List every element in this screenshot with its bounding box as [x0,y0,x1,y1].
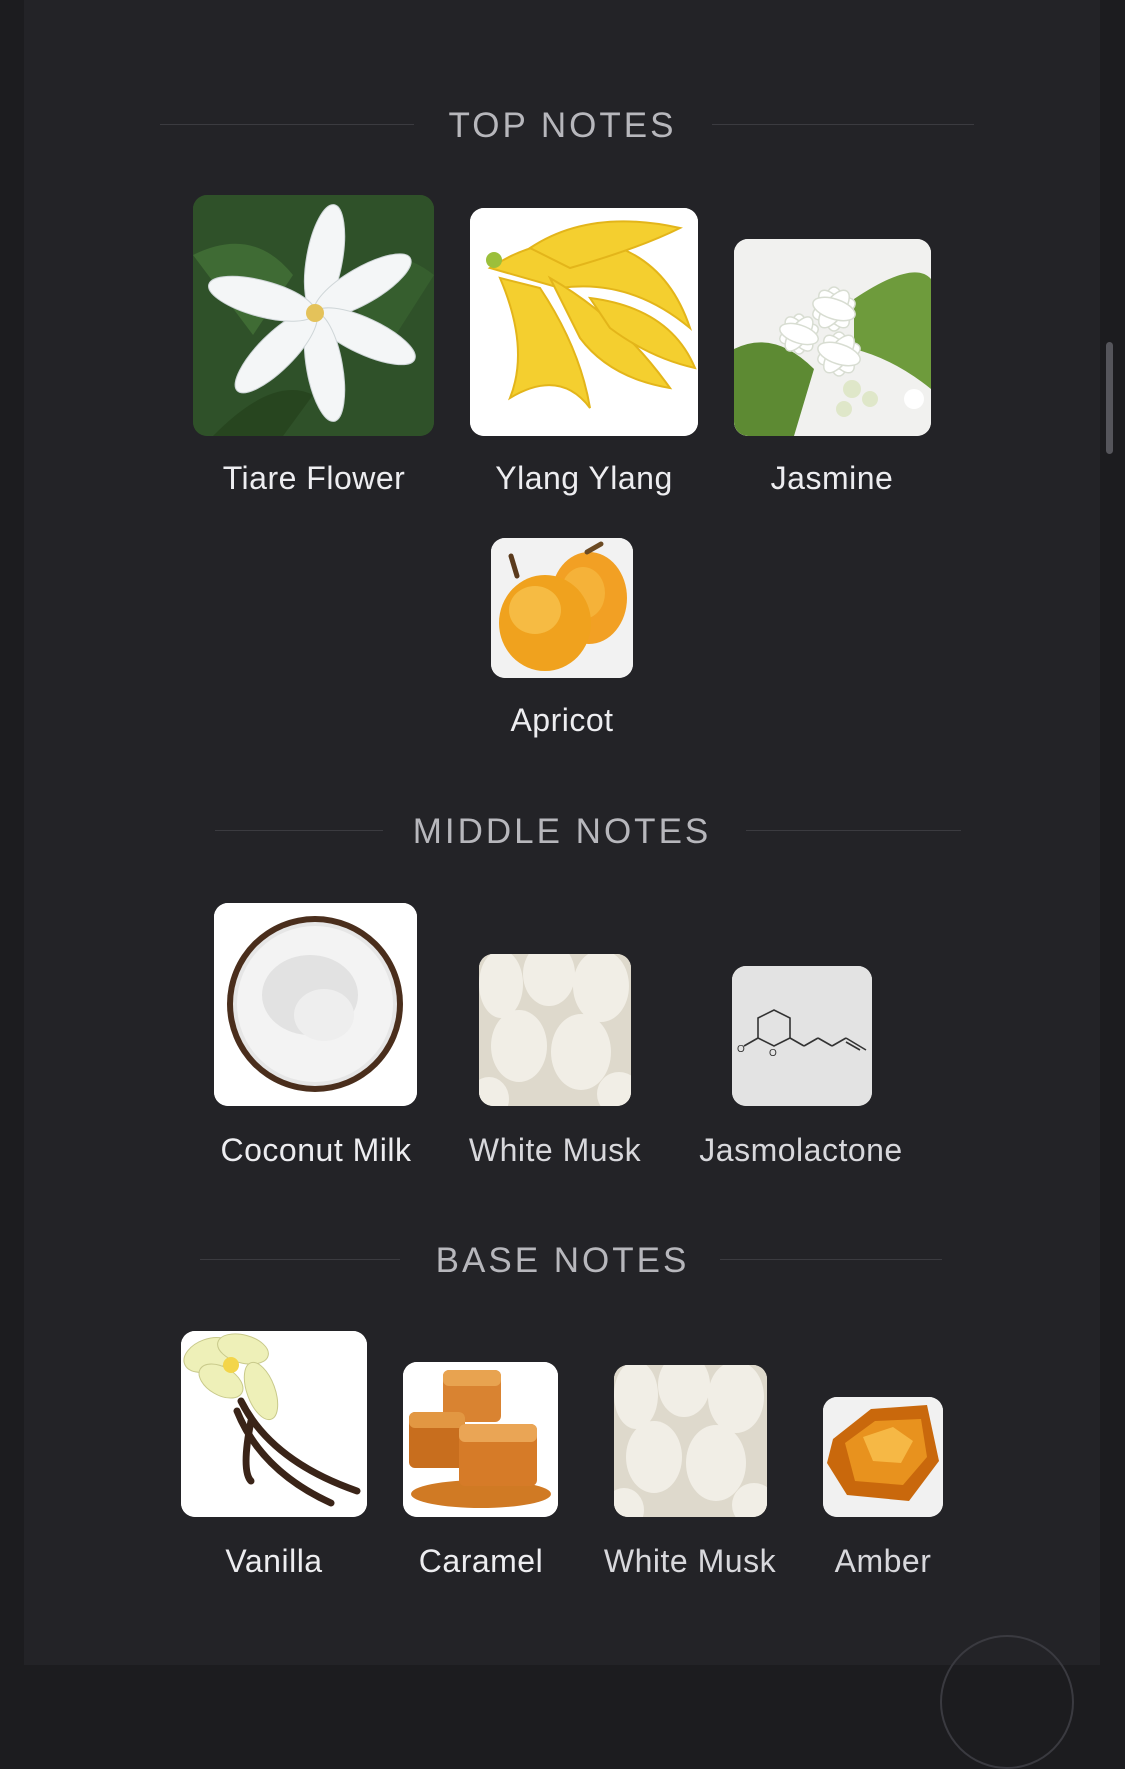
divider-right [712,124,974,125]
vanilla-image[interactable] [181,1331,367,1517]
svg-text:O: O [737,1044,745,1055]
middle-notes-heading: MIDDLE NOTES [412,812,712,851]
divider-left [160,124,414,125]
note-label: Apricot [510,702,614,738]
divider-right [746,830,961,831]
divider-left [215,830,383,831]
ylang-ylang-image[interactable] [470,208,698,436]
note-label: Amber [834,1543,932,1579]
divider-right [720,1259,942,1260]
note-label: Jasmolactone [699,1132,903,1168]
base-notes-heading: BASE NOTES [435,1241,690,1280]
floating-action-button[interactable] [940,1635,1074,1769]
divider-left [200,1259,400,1260]
svg-text:O: O [769,1048,777,1059]
note-label: Vanilla [225,1543,323,1579]
tiare-flower-image[interactable] [193,195,434,436]
coconut-image[interactable] [214,903,417,1106]
jasmolactone-molecule-image[interactable]: O O [732,966,872,1106]
jasmine-image[interactable] [734,239,931,436]
top-notes-heading: TOP NOTES [448,106,677,145]
note-label: Ylang Ylang [495,460,673,496]
white-musk-image[interactable] [614,1365,767,1517]
note-label: White Musk [603,1543,777,1579]
caramel-image[interactable] [403,1362,558,1517]
note-label: Caramel [418,1543,544,1579]
white-musk-image[interactable] [479,954,631,1106]
scrollbar[interactable] [1106,342,1113,454]
note-label: White Musk [468,1132,642,1168]
note-label: Jasmine [770,460,894,496]
note-label: Coconut Milk [220,1132,412,1168]
amber-image[interactable] [823,1397,943,1517]
apricot-image[interactable] [491,538,633,678]
note-label: Tiare Flower [222,460,406,496]
